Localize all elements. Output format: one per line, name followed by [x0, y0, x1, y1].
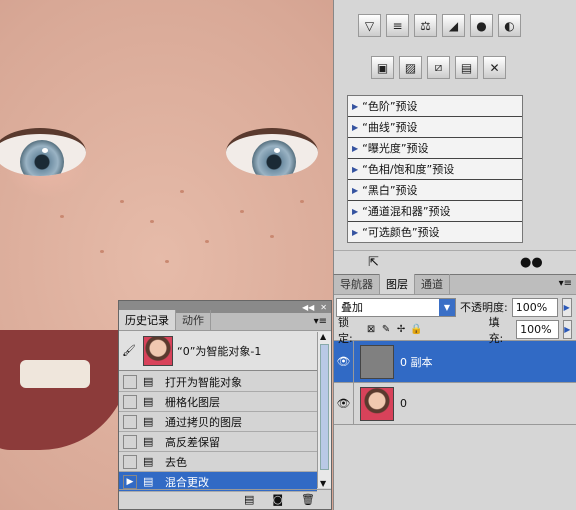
gradient-map-icon[interactable]: ▤ — [455, 56, 478, 79]
balance-icon[interactable]: ⚖ — [414, 14, 437, 37]
history-step[interactable]: ▤ 打开为智能对象 — [119, 372, 317, 392]
snapshot-thumbnail — [143, 335, 173, 366]
scroll-thumb[interactable] — [320, 344, 329, 470]
fill-field[interactable]: 100% — [516, 320, 559, 339]
layer-name: 0 副本 — [400, 355, 433, 369]
step-icon: ▤ — [143, 454, 154, 468]
fill-arrow-icon[interactable]: ▶ — [562, 320, 573, 339]
curves-icon[interactable]: ◢ — [442, 14, 465, 37]
layer-thumbnail — [360, 344, 394, 379]
mouth — [0, 330, 130, 450]
tab-history[interactable]: 历史记录 — [119, 310, 176, 330]
levels-icon[interactable]: ▽ — [358, 14, 381, 37]
tab-navigator[interactable]: 导航器 — [334, 274, 380, 294]
step-icon: ▤ — [143, 414, 154, 428]
snapshot-camera-icon[interactable]: ◙ — [272, 493, 283, 506]
return-icon[interactable]: ⇱ — [368, 255, 379, 270]
adjustments-panel: ▽ ≡ ⚖ ◢ ● ◐ ▣ ▨ ⧄ ▤ ✕ ▶ “色阶”预设 ▶ “曲线”预设 ▶ “… — [333, 0, 576, 274]
tab-actions[interactable]: 动作 — [176, 310, 211, 330]
step-icon: ▤ — [143, 434, 154, 448]
close-icon[interactable]: ✕ — [320, 303, 327, 312]
lock-transparent-icon[interactable]: ⊠ — [366, 324, 377, 336]
source-checkbox[interactable] — [123, 454, 137, 469]
brightness-contrast-icon[interactable]: ≡ — [386, 14, 409, 37]
eye-icon[interactable]: 👁 — [334, 340, 354, 383]
panel-menu-icon[interactable]: ▾≡ — [559, 278, 572, 289]
selective-color-icon[interactable]: ✕ — [483, 56, 506, 79]
tab-layers[interactable]: 图层 — [380, 274, 415, 294]
clip-icon[interactable]: ●● — [520, 255, 543, 270]
lock-move-icon[interactable]: ✢ — [396, 324, 407, 336]
photo-filter-icon[interactable]: ▨ — [399, 56, 422, 79]
preset-item[interactable]: ▶ “黑白”预设 — [348, 180, 522, 201]
preset-item[interactable]: ▶ “可选颜色”预设 — [348, 222, 522, 242]
right-eye — [226, 128, 318, 176]
trash-icon[interactable]: 🗑 — [301, 493, 315, 506]
source-checkbox[interactable] — [123, 374, 137, 389]
vibrance-icon[interactable]: ● — [470, 14, 493, 37]
step-icon: ▤ — [143, 474, 154, 488]
layers-panel: 导航器 图层 通道 ▾≡ 叠加 ▼ 不透明度: 100% ▶ 锁定: ⊠ ✎ ✢ … — [333, 274, 576, 510]
preset-item[interactable]: ▶ “通道混和器”预设 — [348, 201, 522, 222]
opacity-field[interactable]: 100% — [511, 297, 558, 317]
layer-row[interactable]: 👁 0 副本 — [334, 340, 576, 383]
step-icon: ▤ — [143, 374, 154, 388]
left-eye — [0, 128, 86, 176]
history-step[interactable]: ▤ 通过拷贝的图层 — [119, 412, 317, 432]
color-balance-icon[interactable]: ◐ — [498, 14, 521, 37]
preset-item[interactable]: ▶ “色阶”预设 — [348, 96, 522, 117]
channel-mixer-icon[interactable]: ⧄ — [427, 56, 450, 79]
lock-paint-icon[interactable]: ✎ — [381, 324, 392, 336]
history-list: ▤ 打开为智能对象 ▤ 栅格化图层 ▤ 通过拷贝的图层 ▤ 高反差保留 ▤ 去色 ▶ ▤ 混合… — [119, 372, 317, 492]
history-step[interactable]: ▤ 高反差保留 — [119, 432, 317, 452]
collapse-icon[interactable]: ◀◀ — [302, 303, 314, 312]
step-icon: ▤ — [143, 394, 154, 408]
bw-icon[interactable]: ▣ — [371, 56, 394, 79]
preset-item[interactable]: ▶ “色相/饱和度”预设 — [348, 159, 522, 180]
fill-label: 填充: — [488, 315, 504, 345]
snapshot-name: “0”为智能对象-1 — [177, 344, 262, 358]
preset-item[interactable]: ▶ “曝光度”预设 — [348, 138, 522, 159]
lock-all-icon[interactable]: 🔒 — [410, 324, 422, 336]
source-checkbox[interactable] — [123, 394, 137, 409]
history-brush-icon[interactable]: 🖌 — [119, 344, 139, 357]
new-document-icon[interactable]: ▤ — [244, 493, 254, 506]
opacity-arrow-icon[interactable]: ▶ — [561, 297, 572, 317]
tab-channels[interactable]: 通道 — [415, 274, 450, 294]
source-checkbox[interactable] — [123, 414, 137, 429]
source-checkbox[interactable] — [123, 434, 137, 449]
preset-item[interactable]: ▶ “曲线”预设 — [348, 117, 522, 138]
layer-thumbnail — [360, 386, 394, 421]
panel-menu-icon[interactable]: ▾≡ — [314, 316, 327, 327]
eye-icon[interactable]: 👁 — [334, 382, 354, 425]
layer-name: 0 — [400, 397, 407, 410]
scroll-up-icon[interactable]: ▲ — [320, 332, 326, 341]
chevron-down-icon: ▼ — [439, 298, 455, 316]
layer-row[interactable]: 👁 0 — [334, 382, 576, 425]
history-panel: ◀◀ ✕ 历史记录 动作 ▾≡ 🖌 “0”为智能对象-1 ▤ 打开为智能对象 ▤ 栅格… — [118, 300, 332, 510]
history-step[interactable]: ▤ 栅格化图层 — [119, 392, 317, 412]
source-checkbox[interactable]: ▶ — [123, 474, 137, 489]
scroll-down-icon[interactable]: ▼ — [320, 479, 326, 488]
snapshot-row[interactable]: 🖌 “0”为智能对象-1 — [119, 331, 331, 371]
presets-list: ▶ “色阶”预设 ▶ “曲线”预设 ▶ “曝光度”预设 ▶ “色相/饱和度”预设 ▶ “黑… — [347, 95, 523, 243]
scrollbar[interactable]: ▲ ▼ — [317, 332, 331, 488]
history-step[interactable]: ▤ 去色 — [119, 452, 317, 472]
